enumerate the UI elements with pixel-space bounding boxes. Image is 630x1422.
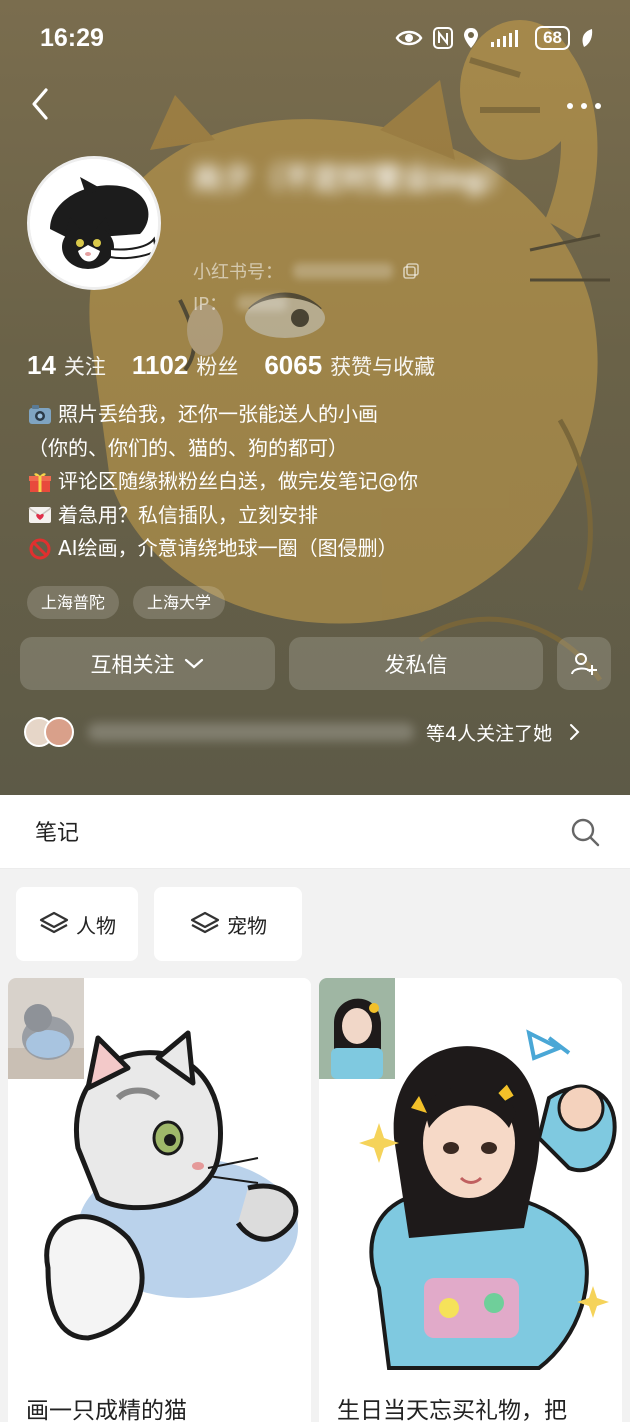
more-options-icon[interactable] [564, 92, 604, 120]
status-bar: 16:29 68 [0, 18, 630, 62]
profile-stats: 14 关注 1102 粉丝 6065 获赞与收藏 [27, 350, 461, 381]
bio-line: 照片丢给我，还你一张能送人的小画 [28, 398, 418, 432]
battery-indicator: 68 [535, 26, 570, 50]
note-card[interactable]: 画一只成精的猫 [8, 978, 311, 1422]
likes-count[interactable]: 6065 [264, 350, 322, 381]
filter-label: 人物 [76, 913, 116, 938]
filter-pets[interactable]: 宠物 [154, 887, 302, 961]
cat-photo-thumbnail [8, 978, 84, 1079]
layers-icon [190, 911, 220, 934]
clock: 16:29 [40, 24, 104, 52]
love-letter-icon [28, 507, 52, 524]
mutual-names [88, 723, 414, 741]
chevron-down-icon [184, 658, 203, 668]
back-arrow-icon[interactable] [24, 84, 64, 124]
camera-icon [29, 404, 51, 424]
ip-value [237, 295, 288, 311]
bio-line: AI绘画，介意请绕地球一圈（图侵删） [28, 532, 418, 566]
bio-line: 评论区随缘揪粉丝白送，做完发笔记@你 [28, 465, 418, 499]
note-card[interactable]: 生日当天忘买礼物，把 [319, 978, 622, 1422]
mutual-follow-button[interactable]: 互相关注 [20, 637, 275, 690]
mutual-follow-label: 互相关注 [90, 652, 175, 677]
followers-label[interactable]: 粉丝 [196, 351, 238, 381]
account-id-row: 小红书号： [193, 258, 419, 284]
profile-name: 尚夕（不定时营业ing） [192, 162, 516, 197]
likes-label[interactable]: 获赞与收藏 [330, 351, 435, 381]
copy-icon[interactable] [403, 263, 419, 279]
note-title: 画一只成精的猫 [26, 1398, 187, 1422]
profile-header: 16:29 68 尚夕（不定时营业ing） 小红书号： IP： 14 关注 11… [0, 0, 630, 795]
profile-bio: 照片丢给我，还你一张能送人的小画 （你的、你们的、猫的、狗的都可） 评论区随缘揪… [28, 398, 418, 566]
prohibited-icon [29, 538, 51, 560]
account-id-label: 小红书号： [193, 262, 283, 283]
layers-icon [39, 911, 69, 934]
filter-label: 宠物 [227, 913, 267, 938]
chevron-right-icon [570, 724, 580, 740]
ip-row: IP： [193, 290, 297, 316]
add-person-icon [571, 652, 597, 675]
location-icon [464, 28, 479, 48]
send-message-button[interactable]: 发私信 [289, 637, 543, 690]
bio-text: AI绘画，介意请绕地球一圈（图侵删） [58, 536, 398, 560]
filter-people[interactable]: 人物 [16, 887, 138, 961]
search-icon[interactable] [570, 817, 600, 847]
mutual-followers-row[interactable]: 等4人关注了她 [24, 712, 610, 752]
bio-text: （你的、你们的、猫的、狗的都可） [28, 435, 348, 460]
profile-actions: 互相关注 发私信 [20, 637, 611, 690]
tab-notes[interactable]: 笔记 [35, 815, 79, 847]
notes-tab-bar: 笔记 [0, 795, 630, 869]
bio-text: 评论区随缘揪粉丝白送，做完发笔记@你 [58, 469, 418, 493]
followers-count[interactable]: 1102 [132, 350, 188, 381]
profile-tags: 上海普陀 上海大学 [27, 586, 226, 619]
send-message-label: 发私信 [384, 652, 448, 677]
mutual-avatar [44, 717, 74, 747]
following-label[interactable]: 关注 [64, 351, 106, 381]
notes-filters: 人物 宠物 [16, 887, 302, 961]
bio-text: 着急用？私信插队，立刻安排 [58, 502, 318, 527]
note-title: 生日当天忘买礼物，把 [337, 1398, 567, 1422]
leaf-icon [582, 29, 593, 47]
bio-line: 着急用？私信插队，立刻安排 [28, 499, 418, 533]
status-icons: 68 [395, 26, 594, 50]
tag-location[interactable]: 上海普陀 [27, 586, 120, 619]
nfc-icon [433, 27, 454, 49]
girl-photo-thumbnail [319, 978, 395, 1079]
bio-text: 照片丢给我，还你一张能送人的小画 [58, 402, 378, 426]
ip-label: IP： [193, 294, 228, 315]
signal-icon [491, 30, 519, 47]
add-friend-button[interactable] [557, 637, 611, 690]
eye-icon [395, 30, 423, 46]
bio-line: （你的、你们的、猫的、狗的都可） [28, 432, 418, 466]
avatar[interactable] [27, 156, 161, 290]
following-count[interactable]: 14 [27, 350, 56, 381]
account-id-value [293, 263, 393, 279]
tag-school[interactable]: 上海大学 [133, 586, 226, 619]
mutual-followers-text: 等4人关注了她 [426, 722, 553, 745]
tuxedo-cat-avatar [30, 159, 158, 287]
gift-icon [29, 473, 51, 492]
